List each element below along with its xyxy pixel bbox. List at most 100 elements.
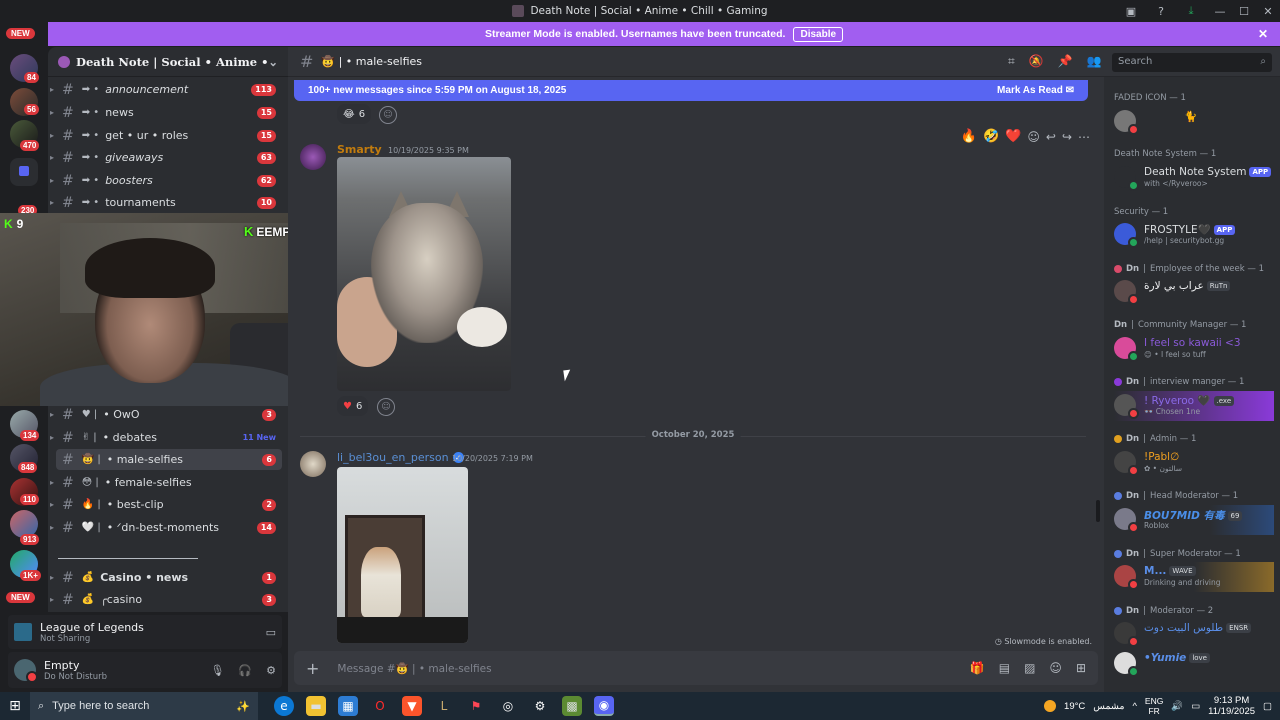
opera-icon[interactable]: O bbox=[370, 696, 390, 716]
hash-icon: # bbox=[62, 172, 74, 189]
channel-item[interactable]: ▸ # ➡ • announcement 113 bbox=[50, 79, 282, 100]
avatar[interactable] bbox=[300, 451, 326, 477]
channel-item[interactable]: ▸ # ➡ • boosters 62 bbox=[50, 170, 282, 191]
member-item[interactable]: Death Note System APP with </Ryveroo> bbox=[1114, 163, 1274, 193]
channel-item[interactable]: ▸ # 😳 | • female-selfies bbox=[50, 472, 282, 493]
member-list-icon[interactable]: 👥 bbox=[1087, 54, 1102, 69]
role-header: Death Note System — 1 bbox=[1114, 149, 1217, 159]
channel-item[interactable]: ▸ # 🔥 | • best-clip 2 bbox=[50, 494, 282, 515]
steam-icon[interactable]: ◎ bbox=[498, 696, 518, 716]
close-window-button[interactable]: ✕ bbox=[1256, 0, 1280, 22]
role-header: FADED ICON — 1 bbox=[1114, 93, 1186, 103]
reaction[interactable]: 😂 6 bbox=[337, 104, 372, 124]
help-icon[interactable]: ? bbox=[1152, 2, 1170, 20]
search-input[interactable]: Search ⌕ bbox=[1112, 53, 1272, 72]
folder-icon[interactable] bbox=[10, 158, 38, 186]
notification-icon[interactable]: ▢ bbox=[1263, 701, 1272, 712]
microphone-icon[interactable]: 🎙 bbox=[210, 664, 224, 677]
close-icon[interactable]: ✕ bbox=[1258, 27, 1268, 41]
new-messages-bar[interactable]: 100+ new messages since 5:59 PM on Augus… bbox=[294, 80, 1088, 101]
emoji-icon[interactable]: ☺ bbox=[1049, 661, 1062, 675]
mention-badge: 62 bbox=[256, 174, 276, 187]
gear-icon[interactable]: ⚙ bbox=[266, 664, 276, 677]
add-reaction-icon[interactable]: ☺ bbox=[379, 106, 397, 124]
maximize-button[interactable]: ☐ bbox=[1232, 0, 1256, 22]
pin-icon[interactable]: 📌 bbox=[1058, 54, 1073, 69]
riot-icon[interactable]: ⚑ bbox=[466, 696, 486, 716]
add-reaction-icon[interactable]: ☺ bbox=[377, 398, 395, 416]
message-image-attachment[interactable] bbox=[337, 467, 468, 643]
fire-emoji-icon[interactable]: 🔥 bbox=[961, 129, 977, 144]
channel-item[interactable]: ▸ # 🤍 | • ᐟdn-best-moments 14 bbox=[50, 517, 282, 538]
gif-icon[interactable]: ▤ bbox=[999, 661, 1010, 675]
language-indicator[interactable]: ENG FR bbox=[1145, 696, 1163, 716]
sticker-icon[interactable]: ▨ bbox=[1024, 661, 1035, 675]
apps-icon[interactable]: ⊞ bbox=[1076, 661, 1086, 675]
file-explorer-icon[interactable]: ▬ bbox=[306, 696, 326, 716]
channel-item[interactable]: ▸ # 💰 Casino • news 1 bbox=[50, 567, 282, 588]
download-icon[interactable]: ⤓ bbox=[1182, 2, 1200, 20]
minecraft-icon[interactable]: ▩ bbox=[562, 696, 582, 716]
member-item[interactable]: FROSTYLE🖤 APP/help | securitybot.gg bbox=[1114, 220, 1274, 250]
member-list: FADED ICON — 1 🐈 Death Note System — 1 D… bbox=[1104, 77, 1280, 692]
slowmode-notice: ◷ Slowmode is enabled. bbox=[994, 637, 1092, 646]
member-item[interactable]: عراب بي لارة RuTn bbox=[1114, 277, 1274, 307]
channel-item[interactable]: ▸ # ♥ | • OwO 3 bbox=[50, 404, 282, 425]
channel-item[interactable]: ▸ # ✌ | • debates 11 New bbox=[50, 427, 282, 448]
brave-icon[interactable]: ▼ bbox=[402, 696, 422, 716]
reaction[interactable]: ♥ 6 bbox=[337, 396, 369, 416]
channel-item[interactable]: ▸ # ➡ • giveaways 63 bbox=[50, 147, 282, 168]
avatar[interactable] bbox=[300, 144, 326, 170]
minimize-button[interactable]: — bbox=[1208, 0, 1232, 22]
channel-item-active[interactable]: # 🤠 | • male-selfies 6 bbox=[56, 449, 282, 470]
edge-browser-icon[interactable]: e bbox=[274, 696, 294, 716]
avatar[interactable] bbox=[14, 659, 38, 683]
inbox-icon[interactable]: ▣ bbox=[1122, 2, 1140, 20]
forward-icon[interactable]: ↪ bbox=[1062, 130, 1072, 144]
windows-start-icon[interactable]: ⊞ bbox=[0, 698, 30, 714]
tray-chevron-icon[interactable]: ^ bbox=[1132, 701, 1136, 712]
clock[interactable]: 9:13 PM 11/19/2025 bbox=[1208, 695, 1255, 717]
weather-temp[interactable]: 19°C bbox=[1064, 701, 1085, 712]
taskbar-search[interactable]: ⌕ Type here to search ✨ bbox=[30, 692, 258, 720]
guild-header[interactable]: Death Note | Social • Anime • Chill • ..… bbox=[48, 47, 288, 77]
gift-icon[interactable]: 🎁 bbox=[970, 661, 985, 675]
member-item[interactable]: •Yumie love bbox=[1114, 649, 1274, 679]
channel-item[interactable]: ▸ # ➡ • get • ur • roles 15 bbox=[50, 125, 282, 146]
channel-item[interactable]: ▸ # ➡ • tournaments 10 bbox=[50, 192, 282, 213]
member-item[interactable]: BOU7MID 有毒 69 Roblox bbox=[1114, 505, 1274, 535]
member-item[interactable]: 🐈 bbox=[1114, 107, 1274, 137]
volume-icon[interactable]: 🔊 bbox=[1171, 701, 1183, 712]
more-icon[interactable]: ⋯ bbox=[1078, 130, 1090, 144]
notification-bell-icon[interactable]: 🔕 bbox=[1029, 54, 1044, 69]
store-icon[interactable]: ▦ bbox=[338, 696, 358, 716]
screen-share-icon[interactable]: ▭ bbox=[266, 626, 276, 639]
channel-item[interactable]: ▸ # 💰 ╭casino 3 bbox=[50, 589, 282, 610]
member-item[interactable]: طلوس البيت دوت ENSR bbox=[1114, 619, 1274, 649]
discord-icon[interactable]: ◉ bbox=[594, 696, 614, 716]
reply-icon[interactable]: ↩ bbox=[1046, 130, 1056, 144]
message-image-attachment[interactable] bbox=[337, 157, 511, 391]
threads-icon[interactable]: ⌗ bbox=[1008, 54, 1015, 69]
member-item[interactable]: M... WAVE Drinking and driving bbox=[1114, 562, 1274, 592]
league-icon[interactable]: L bbox=[434, 696, 454, 716]
disable-streamer-mode-button[interactable]: Disable bbox=[793, 26, 844, 42]
laughing-emoji-icon[interactable]: 🤣 bbox=[983, 129, 999, 144]
mark-as-read-button[interactable]: Mark As Read ✉ bbox=[997, 85, 1074, 96]
message-composer[interactable]: + Message #🤠 | • male-selfies 🎁 ▤ ▨ ☺ ⊞ bbox=[294, 651, 1098, 685]
scrollbar-thumb[interactable] bbox=[1096, 500, 1100, 522]
settings-icon[interactable]: ⚙ bbox=[530, 696, 550, 716]
heart-emoji-icon[interactable]: ❤️ bbox=[1005, 129, 1021, 144]
network-icon[interactable]: ▭ bbox=[1191, 701, 1200, 712]
add-reaction-icon[interactable]: ☺ bbox=[1027, 130, 1040, 144]
member-item[interactable]: !Pabl∅ ✿ • سالتون bbox=[1114, 448, 1274, 478]
message-author[interactable]: Smarty bbox=[337, 143, 382, 156]
member-item[interactable]: I feel so kawaii <3 😊 • I feel so tuff bbox=[1114, 334, 1274, 364]
headphones-icon[interactable]: 🎧 bbox=[238, 664, 252, 677]
message-author[interactable]: li_bel3ou_en_person ✓ bbox=[337, 451, 464, 464]
message-input[interactable]: Message #🤠 | • male-selfies bbox=[337, 662, 969, 675]
channel-prefix: ➡ • bbox=[81, 175, 100, 186]
member-item[interactable]: ! Ryveroo 🖤 .exe 👓 Chosen 1ne bbox=[1114, 391, 1274, 421]
channel-item[interactable]: ▸ # ➡ • news 15 bbox=[50, 102, 282, 123]
add-attachment-icon[interactable]: + bbox=[306, 659, 319, 678]
